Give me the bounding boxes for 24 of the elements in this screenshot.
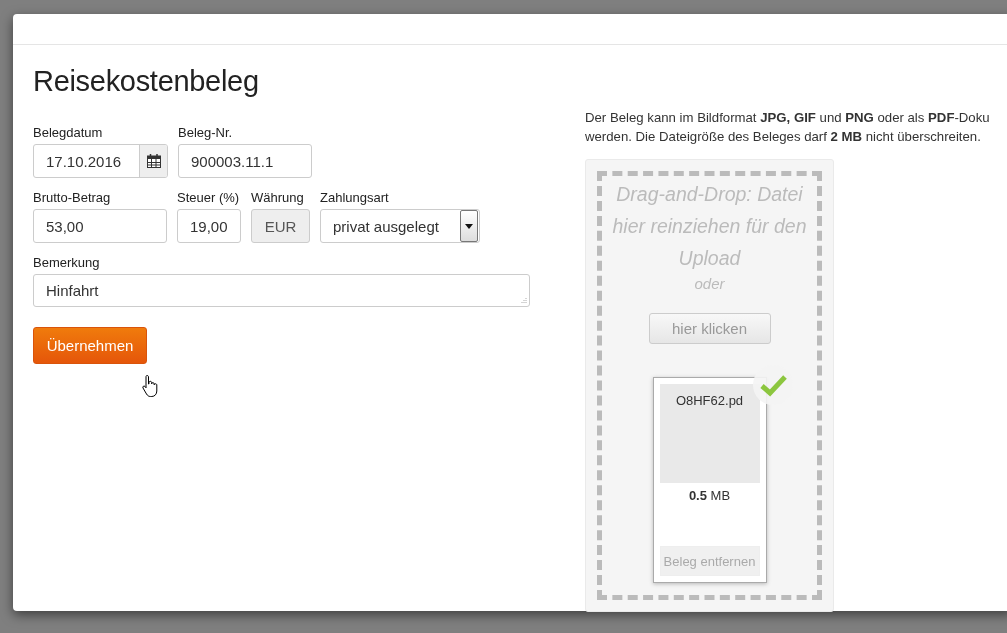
- calendar-icon[interactable]: [146, 154, 161, 168]
- file-size: 0.5 MB: [688, 488, 731, 503]
- dropzone-hint: Drag-and-Drop: Datei hier reinziehen für den Upload: [611, 182, 808, 271]
- input-field[interactable]: 53,00: [33, 209, 167, 243]
- input-field[interactable]: 19,00: [177, 209, 241, 243]
- resize-grip-icon[interactable]: [520, 297, 527, 304]
- info-text: Der Beleg kann im Bildformat JPG, GIF und PNG oder als PDF-Doku: [585, 109, 990, 127]
- payment-select[interactable]: privat ausgelegt: [320, 209, 480, 243]
- or-text: oder: [694, 274, 725, 294]
- field-label: Brutto-Betrag: [33, 190, 112, 205]
- info-text: werden. Die Dateigröße des Beleges darf 2 MB nicht überschreiten.: [585, 128, 982, 146]
- field-label: Bemerkung: [33, 255, 101, 270]
- dropdown-caret-icon[interactable]: [460, 210, 478, 242]
- field-label: Zahlungsart: [320, 190, 390, 205]
- input-field[interactable]: 900003.11.1: [178, 144, 312, 178]
- field-label: Währung: [251, 190, 305, 205]
- date-field[interactable]: 17.10.2016: [33, 144, 168, 178]
- remark-field[interactable]: Hinfahrt: [33, 274, 530, 307]
- field-label: Steuer (%): [177, 190, 241, 205]
- field-label: Beleg-Nr.: [178, 125, 234, 140]
- field-label: Belegdatum: [33, 125, 104, 140]
- dialog-title: Reisekostenbeleg: [33, 65, 260, 98]
- hand-cursor-icon: [142, 374, 160, 398]
- file-name: O8HF62.pd: [675, 393, 744, 410]
